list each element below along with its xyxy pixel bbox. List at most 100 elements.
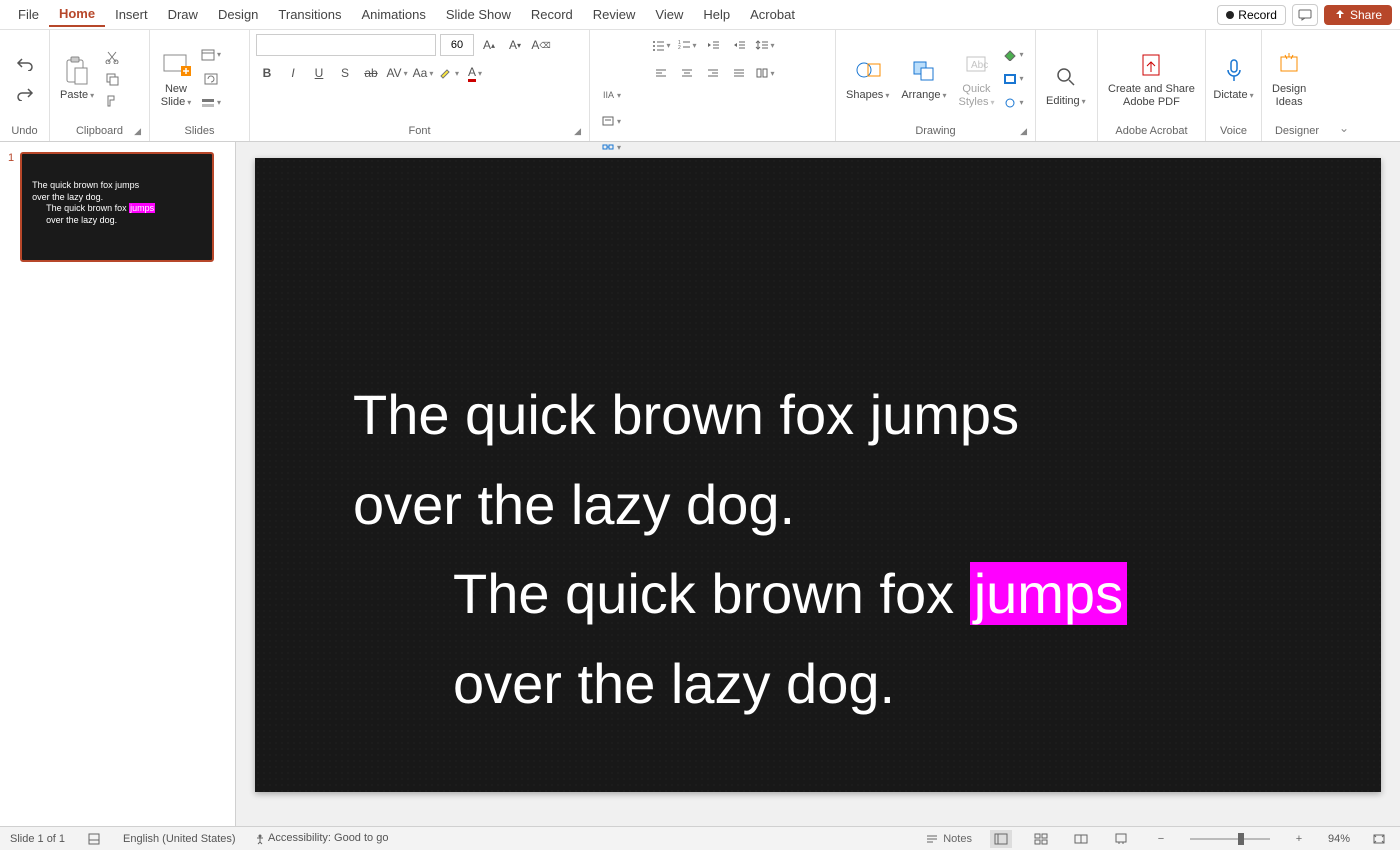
slide-canvas-area[interactable]: The quick brown fox jumps over the lazy … — [236, 142, 1400, 826]
slide-sorter-icon[interactable] — [1030, 830, 1052, 848]
slide-thumbnail-1[interactable]: The quick brown fox jumps over the lazy … — [20, 152, 214, 262]
increase-indent-icon[interactable] — [728, 34, 750, 56]
svg-text:Abc: Abc — [971, 60, 988, 71]
fit-to-window-icon[interactable] — [1368, 830, 1390, 848]
thumb-number: 1 — [8, 152, 14, 262]
thumb-line3a: The quick brown fox — [46, 203, 129, 213]
status-accessibility[interactable]: Accessibility: Good to go — [254, 832, 389, 844]
normal-view-icon[interactable] — [990, 830, 1012, 848]
design-ideas-button[interactable]: Design Ideas — [1268, 47, 1310, 109]
align-right-icon[interactable] — [702, 62, 724, 84]
zoom-in-icon[interactable]: + — [1288, 830, 1310, 848]
tab-record[interactable]: Record — [521, 3, 583, 26]
share-button[interactable]: Share — [1324, 5, 1392, 25]
quick-styles-button[interactable]: Abc Quick Styles — [954, 47, 998, 109]
notes-page-icon[interactable] — [83, 830, 105, 848]
zoom-percent[interactable]: 94% — [1328, 833, 1350, 845]
font-color-icon[interactable]: A — [464, 62, 486, 84]
thumb-line4: over the lazy dog. — [32, 215, 202, 227]
create-pdf-button[interactable]: Create and Share Adobe PDF — [1104, 47, 1199, 109]
tab-draw[interactable]: Draw — [158, 3, 208, 26]
shadow-button[interactable]: S — [334, 62, 356, 84]
line-spacing-icon[interactable] — [754, 34, 776, 56]
tab-acrobat[interactable]: Acrobat — [740, 3, 805, 26]
slide-thumbnails-panel[interactable]: 1 The quick brown fox jumps over the laz… — [0, 142, 236, 826]
format-painter-icon[interactable] — [102, 91, 122, 111]
columns-icon[interactable] — [754, 62, 776, 84]
text-direction-icon[interactable]: IIA — [600, 84, 622, 106]
ribbon: Undo Paste Clipboard◢ New Slide — [0, 30, 1400, 142]
clear-format-icon[interactable]: A⌫ — [530, 34, 552, 56]
reading-view-icon[interactable] — [1070, 830, 1092, 848]
record-button[interactable]: Record — [1217, 5, 1286, 25]
char-spacing-icon[interactable]: AV — [386, 62, 408, 84]
workspace: 1 The quick brown fox jumps over the laz… — [0, 142, 1400, 826]
undo-icon[interactable] — [15, 54, 35, 74]
tab-view[interactable]: View — [645, 3, 693, 26]
paste-button[interactable]: Paste — [56, 53, 98, 103]
tab-transitions[interactable]: Transitions — [268, 3, 351, 26]
italic-button[interactable]: I — [282, 62, 304, 84]
tab-animations[interactable]: Animations — [352, 3, 436, 26]
arrange-button[interactable]: Arrange — [897, 53, 950, 103]
tab-review[interactable]: Review — [583, 3, 646, 26]
decrease-indent-icon[interactable] — [702, 34, 724, 56]
svg-text:2: 2 — [678, 45, 681, 51]
align-text-icon[interactable] — [600, 110, 622, 132]
slideshow-view-icon[interactable] — [1110, 830, 1132, 848]
record-icon — [1226, 11, 1234, 19]
increase-font-icon[interactable]: A▴ — [478, 34, 500, 56]
align-center-icon[interactable] — [676, 62, 698, 84]
slide-text-box[interactable]: The quick brown fox jumps over the lazy … — [353, 370, 1127, 728]
cut-icon[interactable] — [102, 47, 122, 67]
tab-home[interactable]: Home — [49, 2, 105, 27]
numbering-icon[interactable]: 12 — [676, 34, 698, 56]
shapes-button[interactable]: Shapes — [842, 53, 893, 103]
copy-icon[interactable] — [102, 69, 122, 89]
status-language[interactable]: English (United States) — [123, 833, 236, 845]
zoom-slider[interactable] — [1190, 838, 1270, 840]
font-size-combo[interactable]: 60 — [440, 34, 474, 56]
record-label: Record — [1238, 8, 1277, 22]
redo-icon[interactable] — [15, 84, 35, 104]
change-case-icon[interactable]: Aa — [412, 62, 434, 84]
tab-design[interactable]: Design — [208, 3, 268, 26]
group-acrobat-label: Adobe Acrobat — [1104, 123, 1199, 139]
shape-fill-icon[interactable] — [1002, 44, 1024, 66]
collapse-ribbon-icon[interactable]: ⌄ — [1332, 30, 1356, 141]
strike-button[interactable]: ab — [360, 62, 382, 84]
font-launcher-icon[interactable]: ◢ — [574, 126, 581, 137]
reset-icon[interactable] — [200, 68, 222, 90]
dictate-button[interactable]: Dictate — [1212, 53, 1255, 103]
notes-toggle[interactable]: Notes — [925, 830, 972, 848]
new-slide-label: New Slide — [161, 83, 191, 107]
drawing-launcher-icon[interactable]: ◢ — [1020, 126, 1027, 137]
shape-outline-icon[interactable] — [1002, 68, 1024, 90]
tab-file[interactable]: File — [8, 3, 49, 26]
group-slides-label: Slides — [156, 123, 243, 139]
tab-help[interactable]: Help — [693, 3, 740, 26]
tab-slideshow[interactable]: Slide Show — [436, 3, 521, 26]
dictate-label: Dictate — [1213, 89, 1253, 101]
bullets-icon[interactable] — [650, 34, 672, 56]
shape-effects-icon[interactable] — [1002, 92, 1024, 114]
justify-icon[interactable] — [728, 62, 750, 84]
underline-button[interactable]: U — [308, 62, 330, 84]
section-icon[interactable] — [200, 92, 222, 114]
font-name-combo[interactable] — [256, 34, 436, 56]
thumb-line3-highlight: jumps — [129, 203, 155, 213]
align-left-icon[interactable] — [650, 62, 672, 84]
editing-button[interactable]: Editing — [1042, 59, 1090, 109]
tab-insert[interactable]: Insert — [105, 3, 158, 26]
slide-canvas[interactable]: The quick brown fox jumps over the lazy … — [255, 158, 1381, 792]
clipboard-launcher-icon[interactable]: ◢ — [134, 126, 141, 137]
new-slide-button[interactable]: New Slide — [156, 47, 196, 109]
bold-button[interactable]: B — [256, 62, 278, 84]
status-slide-number[interactable]: Slide 1 of 1 — [10, 833, 65, 845]
group-drawing-label: Drawing◢ — [842, 123, 1029, 139]
highlight-icon[interactable] — [438, 62, 460, 84]
layout-icon[interactable] — [200, 44, 222, 66]
decrease-font-icon[interactable]: A▾ — [504, 34, 526, 56]
comments-button[interactable] — [1292, 4, 1318, 26]
zoom-out-icon[interactable]: − — [1150, 830, 1172, 848]
